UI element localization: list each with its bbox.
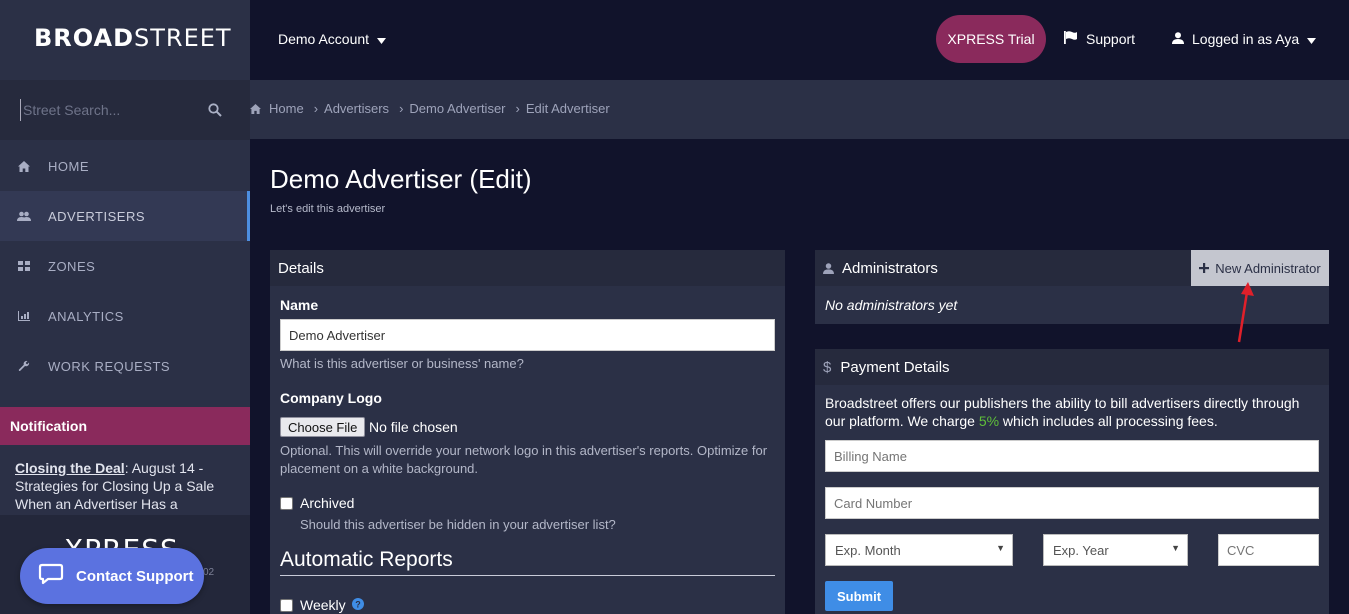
- breadcrumb: Home › Advertisers › Demo Advertiser › E…: [250, 101, 610, 116]
- sidebar-item-advertisers[interactable]: ADVERTISERS: [0, 191, 250, 241]
- submit-button[interactable]: Submit: [825, 581, 893, 611]
- chevron-right-icon: ›: [313, 101, 319, 116]
- flag-icon: [1064, 31, 1078, 47]
- chevron-right-icon: ›: [399, 101, 404, 116]
- brand-logo[interactable]: BROADSTREET: [0, 0, 250, 80]
- exp-month-select[interactable]: Exp. Month ▼: [825, 534, 1013, 566]
- sidebar-item-label: ADVERTISERS: [48, 208, 146, 224]
- sidebar: BROADSTREET HOME ADVERTISERS ZONES ANALY…: [0, 0, 250, 614]
- administrators-heading: Administrators: [842, 259, 938, 277]
- notification-header: Notification: [0, 407, 250, 445]
- payment-panel: $ Payment Details Broadstreet offers our…: [815, 349, 1329, 614]
- annotation-arrow-icon: [1237, 282, 1254, 343]
- fee-text: 5%: [978, 413, 1000, 429]
- support-link[interactable]: Support: [1064, 31, 1135, 47]
- search-icon[interactable]: [208, 103, 222, 122]
- logo-help: Optional. This will override your networ…: [280, 443, 768, 476]
- account-dropdown[interactable]: Demo Account: [278, 31, 387, 47]
- brand-logo-bold: BROAD: [34, 24, 135, 52]
- help-circle-icon[interactable]: ?: [352, 598, 364, 610]
- archived-checkbox[interactable]: [280, 497, 293, 510]
- exp-year-value: Exp. Year: [1053, 542, 1109, 558]
- company-logo-label: Company Logo: [280, 390, 382, 406]
- search-bar: [0, 80, 250, 140]
- name-label: Name: [280, 297, 319, 313]
- details-panel: Details Name What is this advertiser or …: [270, 250, 785, 614]
- user-icon: [1172, 31, 1184, 47]
- grid-icon: [16, 261, 32, 271]
- chat-bubble-icon: [38, 563, 64, 589]
- archived-label: Archived: [300, 495, 355, 511]
- weekly-label: Weekly: [300, 597, 346, 613]
- home-icon: [250, 103, 261, 114]
- search-input[interactable]: [20, 99, 200, 121]
- new-administrator-label: New Administrator: [1215, 260, 1321, 276]
- breadcrumb-home[interactable]: Home: [269, 101, 304, 116]
- svg-text:?: ?: [355, 599, 361, 609]
- payment-description: Broadstreet offers our publishers the ab…: [825, 394, 1315, 430]
- sidebar-item-label: HOME: [48, 158, 89, 174]
- payment-header: $ Payment Details: [815, 349, 1329, 385]
- breadcrumb-bar: Home › Advertisers › Demo Advertiser › E…: [250, 80, 1349, 139]
- bar-chart-icon: [16, 311, 32, 321]
- no-file-text: No file chosen: [369, 419, 458, 435]
- sidebar-item-analytics[interactable]: ANALYTICS: [0, 291, 250, 341]
- sidebar-item-zones[interactable]: ZONES: [0, 241, 250, 291]
- wrench-icon: [16, 360, 32, 372]
- exp-month-value: Exp. Month: [835, 542, 901, 558]
- support-label: Support: [1086, 31, 1136, 47]
- account-label: Demo Account: [278, 31, 370, 47]
- sidebar-item-home[interactable]: HOME: [0, 141, 250, 191]
- dollar-icon: $: [823, 358, 832, 376]
- archived-help: Should this advertiser be hidden in your…: [300, 517, 616, 532]
- automatic-reports-heading: Automatic Reports: [280, 548, 453, 571]
- breadcrumb-current: Edit Advertiser: [525, 101, 610, 116]
- users-icon: [16, 211, 32, 222]
- top-bar: Demo Account XPRESS Trial Support Logged…: [250, 0, 1349, 80]
- page-subtitle: Let's edit this advertiser: [270, 203, 386, 215]
- user-icon: [823, 262, 834, 274]
- exp-year-select[interactable]: Exp. Year ▼: [1043, 534, 1188, 566]
- cvc-field[interactable]: [1218, 534, 1319, 566]
- billing-name-field[interactable]: [825, 440, 1319, 472]
- brand-logo-light: STREET: [134, 24, 232, 52]
- home-icon: [16, 160, 32, 172]
- contact-support-label: Contact Support: [76, 567, 194, 585]
- sidebar-item-work-requests[interactable]: WORK REQUESTS: [0, 341, 250, 391]
- notification-link[interactable]: Closing the Deal: [15, 460, 125, 476]
- chevron-right-icon: ›: [515, 101, 520, 116]
- details-heading: Details: [270, 250, 785, 286]
- sidebar-item-label: ZONES: [48, 258, 96, 274]
- plus-icon: [1199, 263, 1210, 273]
- sidebar-item-label: ANALYTICS: [48, 308, 124, 324]
- payment-text-end: which includes all processing fees.: [999, 413, 1218, 429]
- new-administrator-button[interactable]: New Administrator: [1191, 250, 1329, 286]
- user-label: Logged in as Aya: [1192, 31, 1300, 47]
- caret-down-icon: [377, 31, 387, 47]
- caret-down-icon: [1307, 31, 1317, 47]
- no-administrators-text: No administrators yet: [825, 297, 958, 313]
- card-number-field[interactable]: [825, 487, 1319, 519]
- choose-file-button[interactable]: Choose File: [280, 417, 366, 437]
- app-root: BROADSTREET HOME ADVERTISERS ZONES ANALY…: [0, 0, 1349, 614]
- caret-down-icon: ▼: [996, 543, 1005, 553]
- user-menu[interactable]: Logged in as Aya: [1172, 31, 1317, 47]
- page-title: Demo Advertiser (Edit): [270, 164, 532, 194]
- contact-support-button[interactable]: Contact Support: [20, 548, 204, 604]
- divider: [280, 575, 775, 576]
- weekly-checkbox[interactable]: [280, 599, 293, 612]
- notification-body: Closing the Deal: August 14 - Strategies…: [0, 445, 250, 530]
- version-text: 02: [203, 567, 215, 578]
- name-help: What is this advertiser or business' nam…: [280, 356, 524, 371]
- name-field[interactable]: [280, 319, 775, 351]
- caret-down-icon: ▼: [1171, 543, 1180, 553]
- breadcrumb-demo-advertiser[interactable]: Demo Advertiser: [409, 101, 505, 116]
- payment-heading: Payment Details: [840, 358, 950, 376]
- sidebar-item-label: WORK REQUESTS: [48, 358, 171, 374]
- breadcrumb-advertisers[interactable]: Advertisers: [324, 101, 389, 116]
- xpress-trial-button[interactable]: XPRESS Trial: [936, 15, 1046, 63]
